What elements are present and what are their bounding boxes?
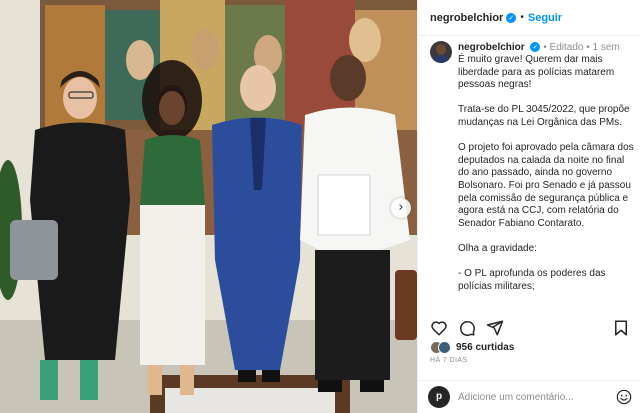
commenter-avatar: p <box>428 386 450 408</box>
caption-meta: negrobelchior ✓ • Editado • 1 sem <box>458 41 620 54</box>
edited-label: Editado <box>549 42 584 53</box>
caption-separator: • <box>543 42 547 53</box>
caption-area: negrobelchior ✓ • Editado • 1 sem É muit… <box>430 41 634 303</box>
emoji-icon[interactable] <box>616 389 632 405</box>
comment-icon[interactable] <box>458 319 476 337</box>
caption-verified-badge-icon: ✓ <box>530 42 541 53</box>
username-link[interactable]: negrobelchior <box>430 12 503 24</box>
caption-paragraph: Trata-se do PL 3045/2022, que propõe mud… <box>458 104 630 128</box>
carousel-next-button[interactable]: › <box>391 198 411 218</box>
likes-count[interactable]: 956 curtidas <box>430 341 514 354</box>
likes-label: 956 curtidas <box>456 342 515 353</box>
comment-input[interactable] <box>458 391 598 403</box>
comment-bar: p <box>418 380 640 413</box>
verified-badge-icon: ✓ <box>506 12 517 23</box>
caption-username-link[interactable]: negrobelchior <box>458 42 525 53</box>
post-age[interactable]: 1 sem <box>593 42 620 53</box>
separator-dot: • <box>520 12 524 23</box>
caption-paragraph: É muito grave! Querem dar mais liberdade… <box>458 54 615 91</box>
share-icon[interactable] <box>486 319 504 337</box>
caption-paragraph: Olha a gravidade: <box>458 242 537 254</box>
caption-paragraph: - O PL aprofunda os poderes das polícias… <box>458 268 606 292</box>
post-side-panel: negrobelchior ✓ • Seguir negrobelchior ✓… <box>417 0 640 413</box>
caption-text: É muito grave! Querem dar mais liberdade… <box>458 54 634 293</box>
liker-avatar <box>438 341 451 354</box>
follow-button[interactable]: Seguir <box>528 12 562 24</box>
post-photo[interactable]: › <box>0 0 417 413</box>
action-bar <box>430 318 630 338</box>
photo-illustration <box>0 0 417 413</box>
post-timestamp[interactable]: HÁ 7 DIAS <box>430 357 467 364</box>
avatar-face <box>436 44 446 55</box>
post-header: negrobelchior ✓ • Seguir <box>418 0 640 36</box>
caption-paragraph: O projeto foi aprovado pela câmara dos d… <box>458 142 634 229</box>
avatar[interactable] <box>430 41 452 63</box>
caption-separator-2: • <box>586 42 590 53</box>
heart-icon[interactable] <box>430 319 448 337</box>
avatar-shirt <box>432 55 450 63</box>
bookmark-icon[interactable] <box>612 319 630 337</box>
